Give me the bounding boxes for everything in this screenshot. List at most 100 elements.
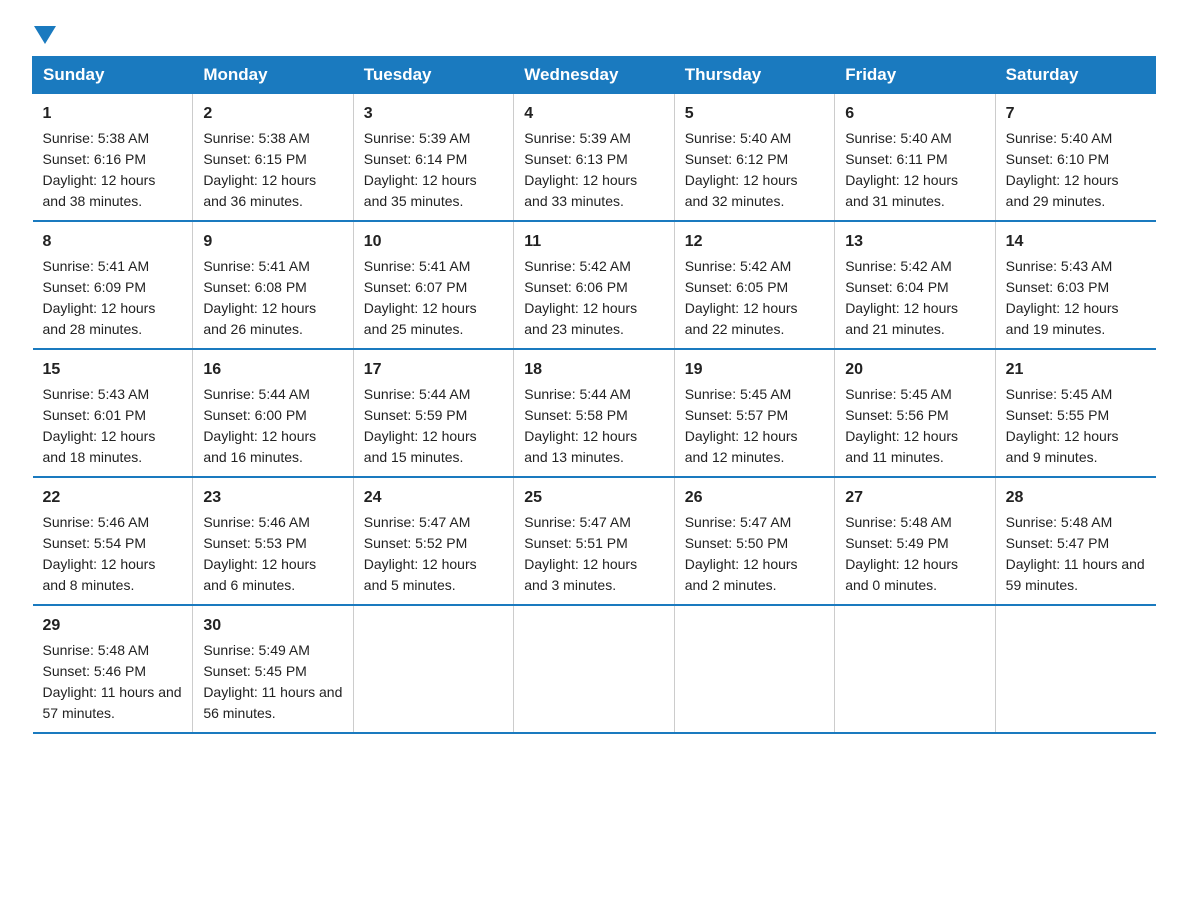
- calendar-cell: 27 Sunrise: 5:48 AM Sunset: 5:49 PM Dayligh…: [835, 477, 995, 605]
- logo-triangle-icon: [34, 26, 56, 44]
- day-number: 11: [524, 230, 663, 254]
- sunset-label: Sunset: 5:59 PM: [364, 407, 468, 423]
- calendar-cell: 24Sunrise: 5:47 AMSunset: 5:52 PMDayligh…: [353, 477, 513, 605]
- calendar-cell: 1Sunrise: 5:38 AMSunset: 6:16 PMDaylight…: [33, 94, 193, 222]
- calendar-cell: 28Sunrise: 5:48 AMSunset: 5:47 PMDayligh…: [995, 477, 1155, 605]
- sunrise-label: Sunrise: 5:44 AM: [364, 386, 471, 402]
- sunset-label: Sunset: 5:53 PM: [203, 535, 307, 551]
- sunrise-label: Sunrise: 5:49 AM: [203, 642, 310, 658]
- calendar-cell: 6Sunrise: 5:40 AMSunset: 6:11 PMDaylight…: [835, 94, 995, 222]
- sunset-label: Sunset: 5:46 PM: [43, 663, 147, 679]
- sunset-label: Sunset: 6:06 PM: [524, 279, 628, 295]
- calendar-cell: 22Sunrise: 5:46 AMSunset: 5:54 PMDayligh…: [33, 477, 193, 605]
- daylight-label: Daylight: 12 hours and 0 minutes.: [845, 556, 958, 593]
- sunrise-label: Sunrise: 5:42 AM: [524, 258, 631, 274]
- sunrise-label: Sunrise: 5:47 AM: [364, 514, 471, 530]
- day-number: 8: [43, 230, 183, 254]
- week-row-3: 15 Sunrise: 5:43 AM Sunset: 6:01 PM Dayligh…: [33, 349, 1156, 477]
- sunrise-label: Sunrise: 5:46 AM: [43, 514, 150, 530]
- day-number: 2: [203, 102, 342, 126]
- sunset-label: Sunset: 5:51 PM: [524, 535, 628, 551]
- sunset-label: Sunset: 6:01 PM: [43, 407, 147, 423]
- day-number: 5: [685, 102, 824, 126]
- daylight-label: Daylight: 11 hours and 56 minutes.: [203, 684, 342, 721]
- sunrise-label: Sunrise: 5:39 AM: [524, 130, 631, 146]
- daylight-label: Daylight: 12 hours and 19 minutes.: [1006, 300, 1119, 337]
- sunrise-label: Sunrise: 5:41 AM: [364, 258, 471, 274]
- sunset-label: Sunset: 6:15 PM: [203, 151, 307, 167]
- daylight-label: Daylight: 12 hours and 13 minutes.: [524, 428, 637, 465]
- daylight-label: Daylight: 12 hours and 11 minutes.: [845, 428, 958, 465]
- sunrise-label: Sunrise: 5:43 AM: [1006, 258, 1113, 274]
- sunrise-label: Sunrise: 5:48 AM: [43, 642, 150, 658]
- sunset-label: Sunset: 6:14 PM: [364, 151, 468, 167]
- daylight-label: Daylight: 12 hours and 2 minutes.: [685, 556, 798, 593]
- day-number: 29: [43, 614, 183, 638]
- calendar-cell: 25Sunrise: 5:47 AMSunset: 5:51 PMDayligh…: [514, 477, 674, 605]
- day-number: 20: [845, 358, 984, 382]
- calendar-cell: 15 Sunrise: 5:43 AM Sunset: 6:01 PM Dayligh…: [33, 349, 193, 477]
- calendar-cell: [353, 605, 513, 733]
- calendar-cell: 5Sunrise: 5:40 AMSunset: 6:12 PMDaylight…: [674, 94, 834, 222]
- day-number: 27: [845, 486, 984, 510]
- daylight-label: Daylight: 12 hours and 23 minutes.: [524, 300, 637, 337]
- calendar-cell: 3Sunrise: 5:39 AMSunset: 6:14 PMDaylight…: [353, 94, 513, 222]
- sunrise-label: Sunrise: 5:48 AM: [1006, 514, 1113, 530]
- day-number: 13: [845, 230, 984, 254]
- sunset-label: Sunset: 5:58 PM: [524, 407, 628, 423]
- calendar-cell: 9Sunrise: 5:41 AMSunset: 6:08 PMDaylight…: [193, 221, 353, 349]
- daylight-label: Daylight: 12 hours and 21 minutes.: [845, 300, 958, 337]
- day-number: 21: [1006, 358, 1146, 382]
- day-number: 12: [685, 230, 824, 254]
- day-number: 22: [43, 486, 183, 510]
- sunrise-label: Sunrise: 5:43 AM: [43, 386, 150, 402]
- sunset-label: Sunset: 5:49 PM: [845, 535, 949, 551]
- calendar-cell: 29Sunrise: 5:48 AMSunset: 5:46 PMDayligh…: [33, 605, 193, 733]
- sunset-label: Sunset: 5:50 PM: [685, 535, 789, 551]
- calendar-cell: 14Sunrise: 5:43 AMSunset: 6:03 PMDayligh…: [995, 221, 1155, 349]
- day-number: 30: [203, 614, 342, 638]
- daylight-label: Daylight: 12 hours and 28 minutes.: [43, 300, 156, 337]
- day-number: 15: [43, 358, 183, 382]
- daylight-label: Daylight: 12 hours and 25 minutes.: [364, 300, 477, 337]
- day-number: 4: [524, 102, 663, 126]
- calendar-cell: 11 Sunrise: 5:42 AM Sunset: 6:06 PM Dayligh…: [514, 221, 674, 349]
- calendar-table: SundayMondayTuesdayWednesdayThursdayFrid…: [32, 56, 1156, 734]
- sunrise-label: Sunrise: 5:48 AM: [845, 514, 952, 530]
- sunset-label: Sunset: 5:56 PM: [845, 407, 949, 423]
- day-number: 18: [524, 358, 663, 382]
- day-number: 1: [43, 102, 183, 126]
- daylight-label: Daylight: 12 hours and 38 minutes.: [43, 172, 156, 209]
- daylight-label: Daylight: 12 hours and 18 minutes.: [43, 428, 156, 465]
- day-number: 6: [845, 102, 984, 126]
- day-number: 17: [364, 358, 503, 382]
- sunset-label: Sunset: 6:10 PM: [1006, 151, 1110, 167]
- calendar-cell: 21Sunrise: 5:45 AMSunset: 5:55 PMDayligh…: [995, 349, 1155, 477]
- sunset-label: Sunset: 5:52 PM: [364, 535, 468, 551]
- daylight-label: Daylight: 12 hours and 26 minutes.: [203, 300, 316, 337]
- calendar-cell: 19Sunrise: 5:45 AMSunset: 5:57 PMDayligh…: [674, 349, 834, 477]
- sunset-label: Sunset: 6:16 PM: [43, 151, 147, 167]
- sunset-label: Sunset: 6:13 PM: [524, 151, 628, 167]
- day-number: 26: [685, 486, 824, 510]
- sunrise-label: Sunrise: 5:44 AM: [524, 386, 631, 402]
- day-number: 25: [524, 486, 663, 510]
- sunset-label: Sunset: 5:47 PM: [1006, 535, 1110, 551]
- day-number: 9: [203, 230, 342, 254]
- daylight-label: Daylight: 12 hours and 36 minutes.: [203, 172, 316, 209]
- sunset-label: Sunset: 5:57 PM: [685, 407, 789, 423]
- sunrise-label: Sunrise: 5:40 AM: [845, 130, 952, 146]
- sunrise-label: Sunrise: 5:46 AM: [203, 514, 310, 530]
- week-row-1: 1Sunrise: 5:38 AMSunset: 6:16 PMDaylight…: [33, 94, 1156, 222]
- weekday-header-monday: Monday: [193, 57, 353, 94]
- sunrise-label: Sunrise: 5:45 AM: [1006, 386, 1113, 402]
- sunrise-label: Sunrise: 5:40 AM: [1006, 130, 1113, 146]
- sunrise-label: Sunrise: 5:47 AM: [524, 514, 631, 530]
- sunset-label: Sunset: 5:54 PM: [43, 535, 147, 551]
- daylight-label: Daylight: 12 hours and 15 minutes.: [364, 428, 477, 465]
- daylight-label: Daylight: 12 hours and 22 minutes.: [685, 300, 798, 337]
- calendar-cell: 18 Sunrise: 5:44 AM Sunset: 5:58 PM Dayligh…: [514, 349, 674, 477]
- daylight-label: Daylight: 12 hours and 6 minutes.: [203, 556, 316, 593]
- sunrise-label: Sunrise: 5:40 AM: [685, 130, 792, 146]
- sunset-label: Sunset: 6:07 PM: [364, 279, 468, 295]
